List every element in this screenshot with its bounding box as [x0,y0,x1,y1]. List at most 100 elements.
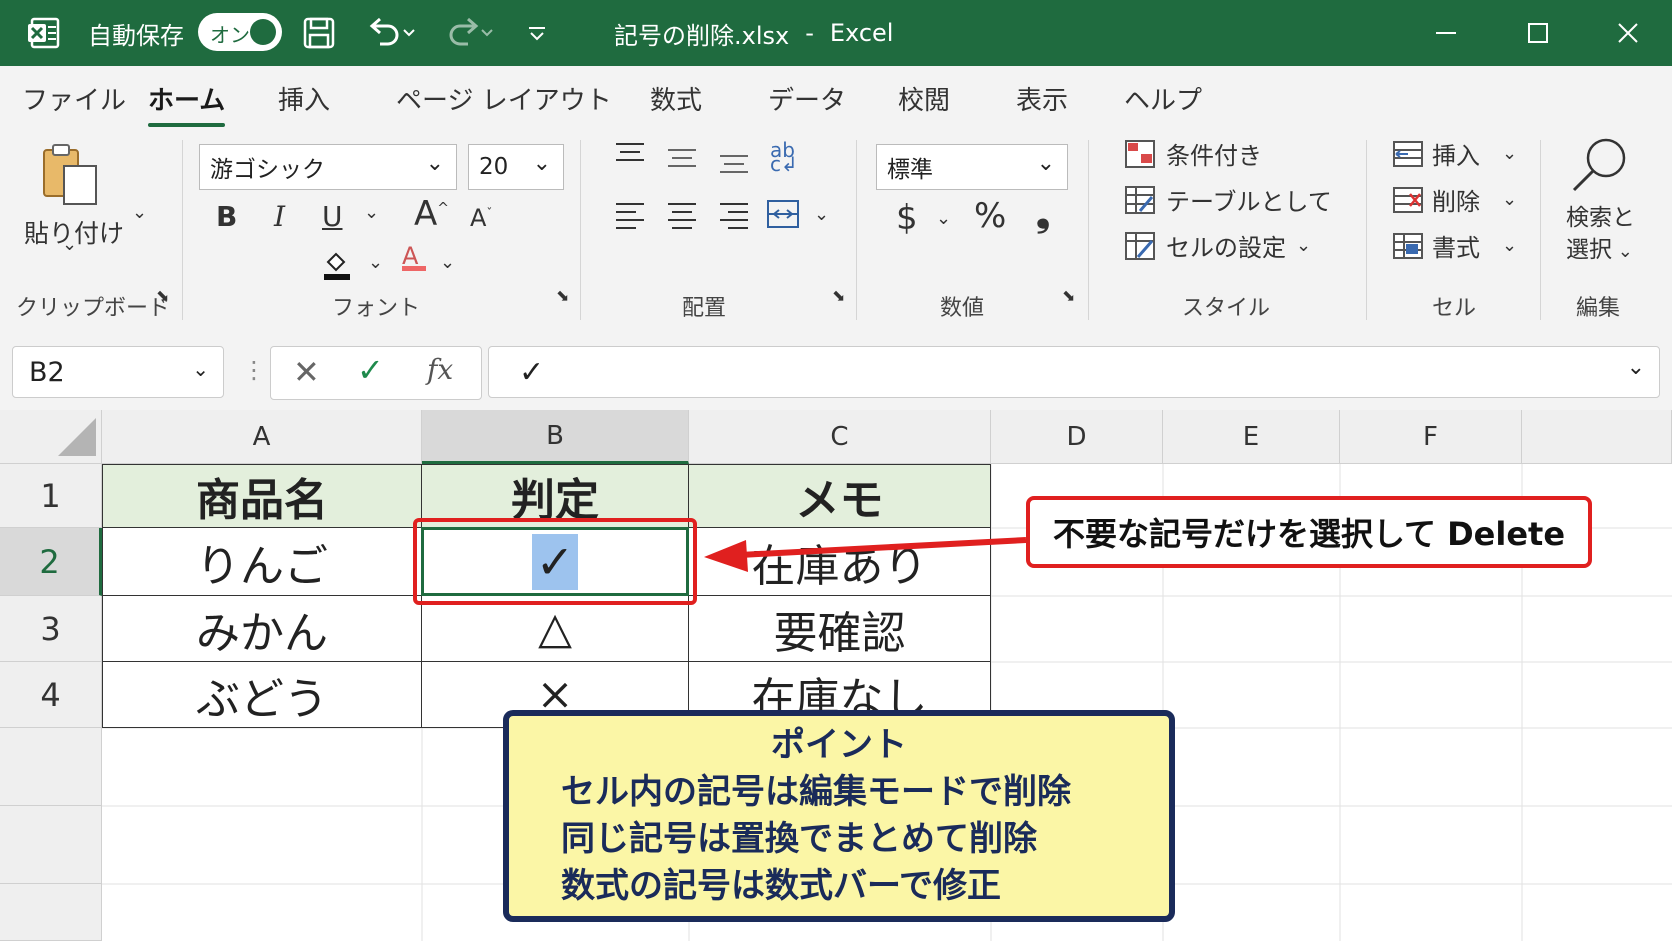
cell-styles-button[interactable]: セルの設定 ⌄ [1124,228,1311,263]
cell-styles-chevron-icon[interactable]: ⌄ [1296,235,1311,256]
column-header-a[interactable]: A [102,410,422,464]
row-header-blank [0,884,102,941]
format-cells-button[interactable]: 書式 ⌄ [1392,228,1517,263]
clipboard-launcher-icon[interactable]: ⬊ [156,286,169,305]
cell-a3[interactable]: みかん [102,595,422,662]
number-launcher-icon[interactable]: ⬊ [1062,286,1075,305]
underline-chevron-icon[interactable]: ⌄ [364,202,379,223]
underline-button[interactable]: U [322,200,343,233]
conditional-format-label: 条件付き [1166,142,1262,170]
align-left-icon[interactable] [614,200,646,236]
decrease-font-icon[interactable]: Aˇ [470,204,492,232]
tab-help[interactable]: ヘルプ [1124,80,1202,117]
maximize-icon[interactable] [1526,0,1550,66]
tab-home[interactable]: ホーム [148,80,226,127]
row-header-1[interactable]: 1 [0,464,102,528]
search-icon[interactable] [1568,134,1634,202]
autosave-toggle[interactable]: オン [198,13,282,51]
name-box[interactable]: B2 ⌄ [12,346,224,398]
align-middle-icon[interactable] [666,144,698,178]
paste-chevron-icon[interactable]: ⌄ [62,234,77,255]
currency-chevron-icon[interactable]: ⌄ [936,208,951,229]
insert-function-button[interactable]: fx [427,353,453,386]
paste-options-chevron-icon[interactable]: ⌄ [132,202,147,223]
italic-button[interactable]: I [274,200,285,233]
redo-icon[interactable] [444,0,494,66]
fill-color-icon[interactable] [320,248,354,288]
fill-color-chevron-icon[interactable]: ⌄ [368,252,383,273]
merge-center-icon[interactable] [766,198,800,236]
tab-page-layout[interactable]: ページ レイアウト [396,80,612,117]
tab-file[interactable]: ファイル [22,80,126,117]
row-header-3[interactable]: 3 [0,596,102,662]
cell-a1[interactable]: 商品名 [102,464,422,528]
find-chevron-icon[interactable]: ⌄ [1612,241,1633,262]
cell-c1[interactable]: メモ [688,464,991,528]
alignment-group-label: 配置 [682,296,727,321]
tab-insert[interactable]: 挿入 [278,80,330,117]
ribbon-tabs: ファイル ホーム 挿入 ページ レイアウト 数式 データ 校閲 表示 ヘルプ [0,66,1672,128]
formula-bar-grip-icon[interactable]: ⋮ [242,356,266,384]
tab-review[interactable]: 校閲 [898,80,950,117]
find-select-button[interactable]: 検索と 選択 ⌄ [1566,202,1635,268]
font-color-icon[interactable]: A [402,242,426,271]
row-header-2[interactable]: 2 [0,528,102,596]
conditional-format-button[interactable]: 条件付き [1124,136,1262,171]
align-top-icon[interactable] [614,140,646,174]
row-header-blank [0,728,102,806]
cell-b3[interactable]: △ [421,595,689,662]
align-right-icon[interactable] [718,200,750,236]
callout-arrow [704,537,1027,572]
expand-formula-chevron-icon[interactable]: ⌄ [1627,355,1645,380]
tab-data[interactable]: データ [768,80,846,117]
delete-cells-button[interactable]: 削除 ⌄ [1392,182,1517,217]
point-note: ポイント セル内の記号は編集モードで削除 同じ記号は置換でまとめて削除 数式の記… [503,710,1175,922]
column-header-d[interactable]: D [991,410,1163,464]
column-header-e[interactable]: E [1163,410,1340,464]
align-center-icon[interactable] [666,200,698,236]
name-box-chevron-icon[interactable]: ⌄ [192,357,209,381]
ribbon-divider [1540,140,1541,320]
merge-chevron-icon[interactable]: ⌄ [814,204,829,225]
column-header-b[interactable]: B [422,410,689,464]
customize-qat-icon[interactable] [526,0,548,66]
cell-a2[interactable]: りんご [102,527,422,596]
note-line-1: セル内の記号は編集モードで削除 [561,772,1071,812]
column-header-f[interactable]: F [1340,410,1522,464]
paste-icon[interactable] [40,142,102,212]
font-color-chevron-icon[interactable]: ⌄ [440,252,455,273]
currency-button[interactable]: $ [896,198,918,238]
font-launcher-icon[interactable]: ⬊ [556,286,569,305]
tab-view[interactable]: 表示 [1016,80,1068,117]
cell-a4[interactable]: ぶどう [102,661,422,728]
row-header-4[interactable]: 4 [0,662,102,728]
insert-cells-icon [1393,140,1423,167]
cells-group-label: セル [1432,296,1477,321]
cell-c3[interactable]: 要確認 [688,595,991,662]
confirm-entry-icon[interactable]: ✓ [357,351,384,389]
align-bottom-icon[interactable] [718,148,750,182]
minimize-icon[interactable] [1434,0,1458,66]
formula-input[interactable]: ✓ ⌄ [488,346,1660,398]
select-all-corner[interactable] [0,410,102,464]
alignment-launcher-icon[interactable]: ⬊ [832,286,845,305]
delete-chevron-icon[interactable]: ⌄ [1502,189,1517,210]
format-chevron-icon[interactable]: ⌄ [1502,235,1517,256]
column-header-c[interactable]: C [689,410,991,464]
font-size-select[interactable]: 20 [468,144,564,190]
font-name-select[interactable]: 游ゴシック [199,144,457,190]
number-format-select[interactable]: 標準 [876,144,1068,190]
insert-chevron-icon[interactable]: ⌄ [1502,143,1517,164]
insert-cells-button[interactable]: 挿入 ⌄ [1392,136,1517,171]
save-icon[interactable] [302,0,336,66]
increase-font-icon[interactable]: A^ [414,194,449,234]
percent-button[interactable]: % [974,196,1006,236]
bold-button[interactable]: B [216,200,237,233]
undo-icon[interactable] [366,0,416,66]
format-as-table-button[interactable]: テーブルとして [1124,182,1332,217]
wrap-text-icon[interactable]: ab c↲ [770,138,798,186]
close-icon[interactable] [1616,0,1640,66]
cancel-entry-icon[interactable]: ✕ [293,353,320,391]
tab-formulas[interactable]: 数式 [650,80,702,117]
comma-style-button[interactable]: ❟ [1036,194,1050,236]
